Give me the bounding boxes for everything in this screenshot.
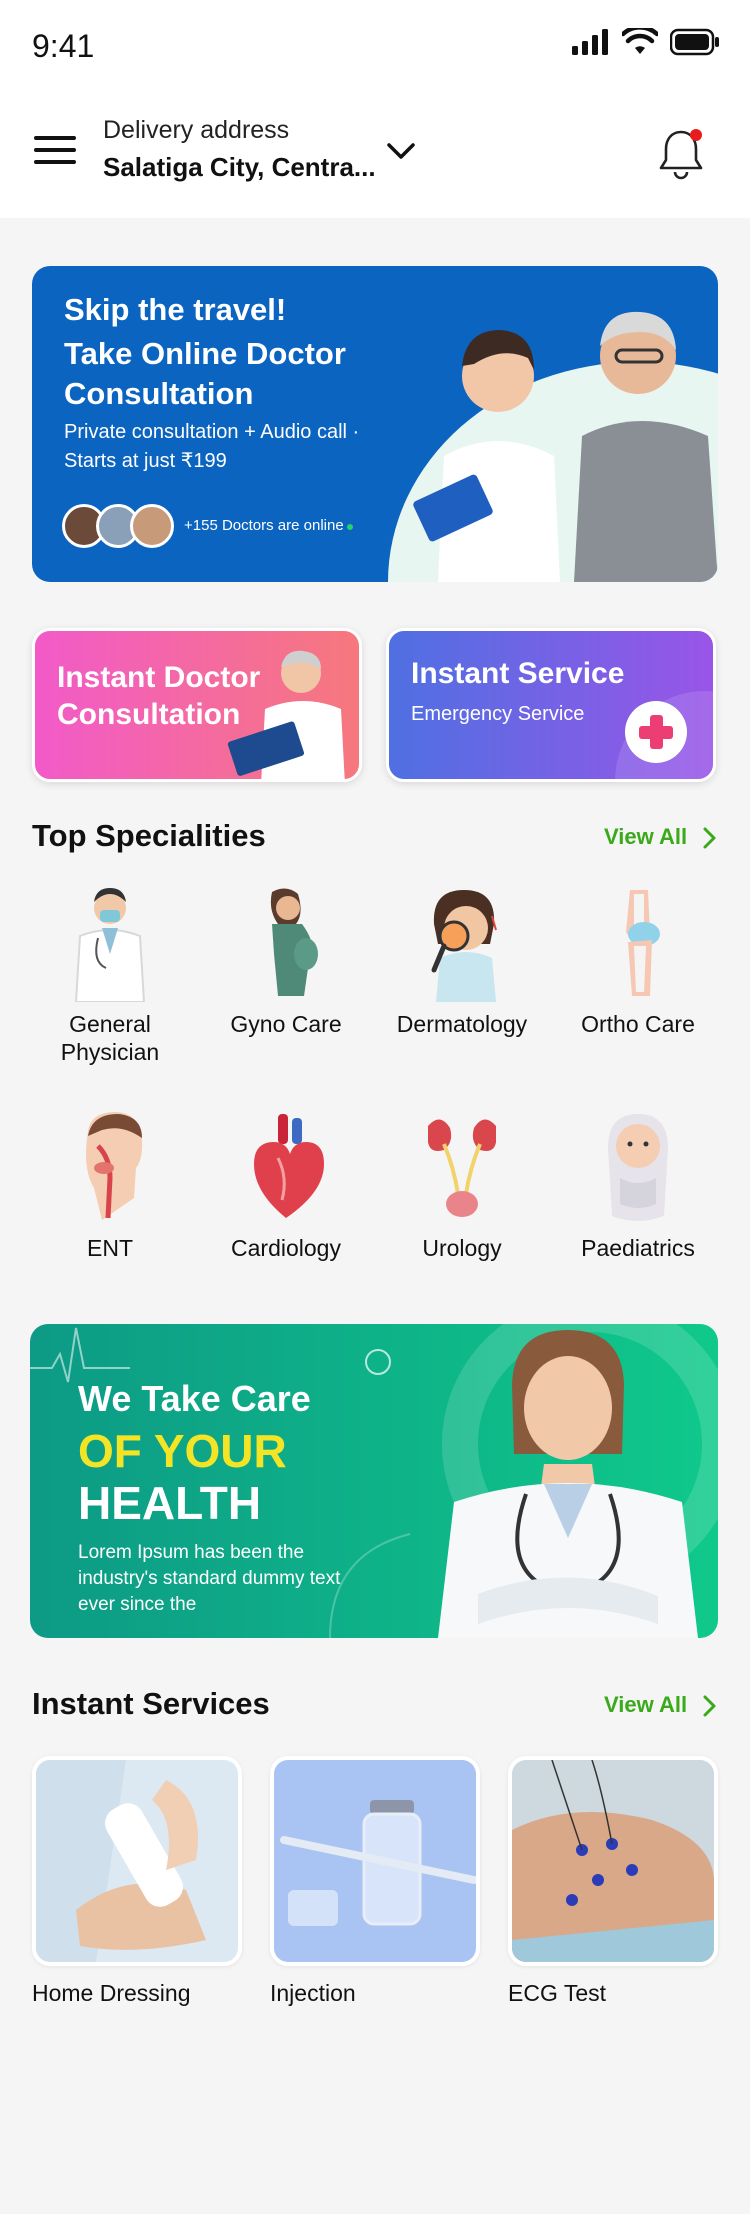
injection-image <box>270 1756 480 1966</box>
speciality-urology[interactable]: Urology <box>374 1108 550 1262</box>
chevron-right-icon[interactable] <box>702 1694 718 1718</box>
online-consultation-banner[interactable]: Skip the travel! Take Online Doctor Cons… <box>32 266 718 582</box>
speciality-ortho-care[interactable]: Ortho Care <box>550 884 726 1038</box>
status-icons <box>572 28 720 56</box>
speciality-label: Paediatrics <box>581 1235 695 1261</box>
card-subtitle: Emergency Service <box>411 703 585 725</box>
hero-subtitle: Private consultation + Audio call · Star… <box>64 421 360 472</box>
speciality-label: General Physician <box>60 1011 160 1065</box>
service-ecg-test[interactable]: ECG Test <box>508 1756 718 2007</box>
kidneys-icon <box>428 1119 496 1217</box>
skin-magnifier-icon <box>431 890 497 1002</box>
banner-line-3: HEALTH <box>78 1477 262 1529</box>
speciality-label: Ortho Care <box>581 1011 695 1037</box>
service-label: ECG Test <box>508 1980 606 2006</box>
bell-icon[interactable] <box>654 124 708 180</box>
health-care-banner[interactable]: We Take Care OF YOUR HEALTH Lorem Ipsum … <box>30 1324 718 1638</box>
doctor-avatars <box>62 504 174 548</box>
hero-tagline: Skip the travel! <box>64 292 287 327</box>
section-title-specialities: Top Specialities <box>32 818 266 853</box>
speciality-label: Dermatology <box>396 1011 528 1037</box>
ent-head-icon <box>86 1112 143 1220</box>
banner-line-1: We Take Care <box>78 1378 311 1419</box>
delivery-address-label: Delivery address <box>103 116 290 144</box>
online-dot-icon <box>346 524 353 530</box>
doctor-icon <box>74 888 146 1002</box>
speciality-gyno-care[interactable]: Gyno Care <box>198 884 374 1038</box>
service-label: Home Dressing <box>32 1980 191 2006</box>
baby-icon <box>608 1114 668 1221</box>
view-all-specialities-link[interactable]: View All <box>604 824 687 850</box>
service-label: Injection <box>270 1980 356 2006</box>
speciality-dermatology[interactable]: Dermatology <box>374 884 550 1038</box>
knee-joint-icon <box>626 890 660 996</box>
avatar <box>130 504 174 548</box>
home-dressing-image <box>32 1756 242 1966</box>
doctor-with-clipboard-illustration <box>227 650 345 779</box>
speciality-label: Cardiology <box>231 1235 341 1261</box>
doctors-online-text: +155 Doctors are online <box>184 517 353 534</box>
speciality-general-physician[interactable]: General Physician <box>22 884 198 1066</box>
speciality-label: Urology <box>422 1235 502 1261</box>
section-title-instant-services: Instant Services <box>32 1686 270 1721</box>
service-injection[interactable]: Injection <box>270 1756 480 2007</box>
speciality-label: Gyno Care <box>230 1011 342 1037</box>
menu-icon[interactable] <box>34 136 76 170</box>
instant-doctor-consultation-card[interactable]: Instant Doctor Consultation <box>32 628 362 782</box>
top-bar: 9:41 Delivery address Salatiga City, Cen… <box>0 0 750 218</box>
status-time: 9:41 <box>32 28 95 64</box>
delivery-address-value[interactable]: Salatiga City, Centra... <box>103 152 376 183</box>
medical-plus-icon <box>625 701 687 763</box>
hero-title: Take Online Doctor Consultation <box>64 336 346 411</box>
battery-icon <box>670 28 719 56</box>
speciality-paediatrics[interactable]: Paediatrics <box>550 1108 726 1262</box>
pregnant-woman-icon <box>270 888 318 996</box>
female-doctor-illustration <box>438 1330 698 1638</box>
view-all-services-link[interactable]: View All <box>604 1692 687 1718</box>
chevron-down-icon[interactable] <box>384 138 418 164</box>
speciality-ent[interactable]: ENT <box>22 1108 198 1262</box>
doctor-patient-illustration <box>388 311 718 582</box>
heart-icon <box>254 1114 324 1218</box>
chevron-right-icon[interactable] <box>702 826 718 850</box>
signal-icon <box>572 29 608 55</box>
banner-body-text: Lorem Ipsum has been the industry's stan… <box>78 1542 341 1615</box>
banner-line-2: OF YOUR <box>78 1425 287 1477</box>
ecg-test-image <box>508 1756 718 1966</box>
speciality-label: ENT <box>87 1235 133 1261</box>
wifi-icon <box>622 28 658 54</box>
service-home-dressing[interactable]: Home Dressing <box>32 1756 242 2007</box>
instant-service-card[interactable]: Instant Service Emergency Service <box>386 628 716 782</box>
speciality-cardiology[interactable]: Cardiology <box>198 1108 374 1262</box>
